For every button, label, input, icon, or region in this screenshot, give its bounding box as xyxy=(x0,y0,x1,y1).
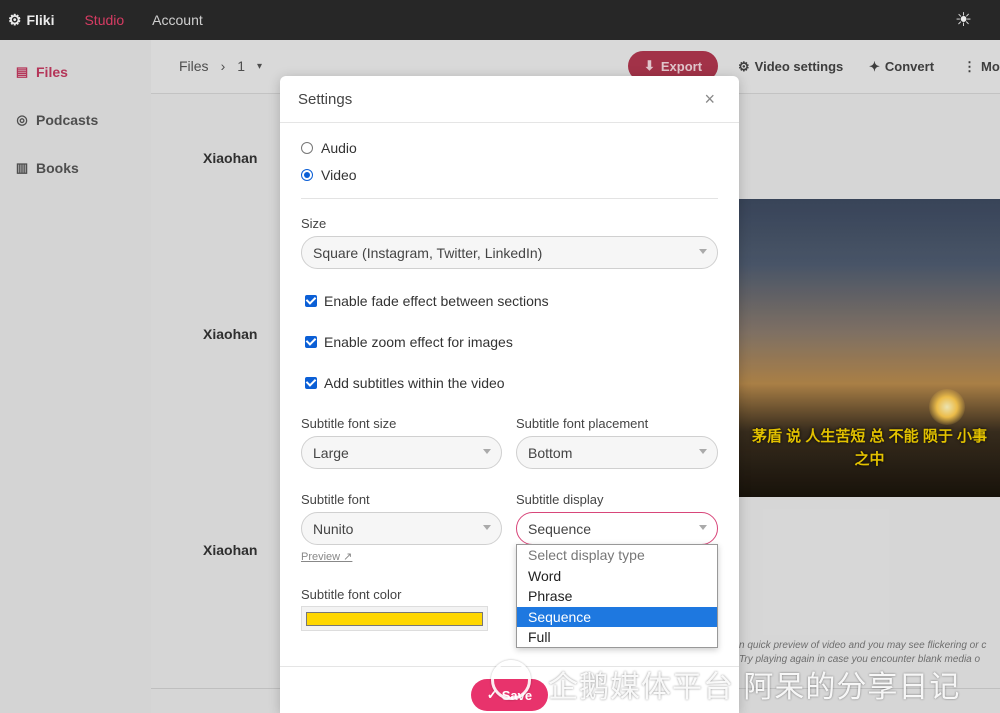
size-label: Size xyxy=(301,216,327,231)
subtitle-font-value: Nunito xyxy=(313,520,354,537)
chevron-down-icon xyxy=(483,449,491,454)
dropdown-option-sequence[interactable]: Sequence xyxy=(517,606,717,628)
radio-video[interactable]: Video xyxy=(301,167,357,183)
modal-title: Settings xyxy=(298,91,353,108)
radio-button[interactable] xyxy=(301,142,313,154)
watermark-text: 企鹅媒体平台 阿呆的分享日记 xyxy=(548,671,961,704)
watermark-logo-icon xyxy=(491,660,531,700)
subtitle-font-size-label: Subtitle font size xyxy=(301,416,397,431)
chevron-down-icon xyxy=(699,525,707,530)
size-select-value: Square (Instagram, Twitter, LinkedIn) xyxy=(313,244,543,261)
subtitle-font-color-label: Subtitle font color xyxy=(301,587,402,602)
subtitle-display-value: Sequence xyxy=(528,520,592,537)
chevron-down-icon xyxy=(699,449,707,454)
color-picker[interactable] xyxy=(301,606,488,631)
subtitle-display-select[interactable]: Sequence xyxy=(516,512,718,545)
radio-audio[interactable]: Audio xyxy=(301,140,357,156)
subtitle-font-placement-select[interactable]: Bottom xyxy=(516,436,718,469)
checkbox-add-subtitles[interactable]: Add subtitles within the video xyxy=(305,375,505,391)
subtitle-font-placement-value: Bottom xyxy=(528,444,573,461)
checkbox-label: Enable fade effect between sections xyxy=(324,293,549,309)
size-select[interactable]: Square (Instagram, Twitter, LinkedIn) xyxy=(301,236,718,269)
radio-label: Audio xyxy=(321,140,357,156)
subtitle-font-label: Subtitle font xyxy=(301,492,370,507)
checkbox-fade-effect[interactable]: Enable fade effect between sections xyxy=(305,293,549,309)
preview-link[interactable]: Preview ↗ xyxy=(301,550,352,563)
subtitle-font-size-value: Large xyxy=(313,444,349,461)
checkbox[interactable] xyxy=(305,336,317,348)
chevron-down-icon xyxy=(483,525,491,530)
checkbox-zoom-effect[interactable]: Enable zoom effect for images xyxy=(305,334,513,350)
radio-label: Video xyxy=(321,167,357,183)
chevron-down-icon xyxy=(699,249,707,254)
subtitle-font-size-select[interactable]: Large xyxy=(301,436,502,469)
checkbox[interactable] xyxy=(305,295,317,307)
dropdown-option-placeholder: Select display type xyxy=(528,547,645,563)
dropdown-option-word[interactable]: Word xyxy=(517,566,717,587)
subtitle-display-label: Subtitle display xyxy=(516,492,604,507)
subtitle-display-dropdown: Select display type Word Phrase Sequence… xyxy=(516,544,718,648)
modal-header: Settings × xyxy=(280,76,739,123)
subtitle-font-placement-label: Subtitle font placement xyxy=(516,416,649,431)
dropdown-option-full[interactable]: Full xyxy=(517,627,717,648)
checkbox-label: Enable zoom effect for images xyxy=(324,334,513,350)
divider xyxy=(301,198,718,199)
close-icon[interactable]: × xyxy=(704,89,715,110)
subtitle-font-select[interactable]: Nunito xyxy=(301,512,502,545)
checkbox[interactable] xyxy=(305,377,317,389)
color-swatch[interactable] xyxy=(306,612,483,626)
checkbox-label: Add subtitles within the video xyxy=(324,375,505,391)
dropdown-option-phrase[interactable]: Phrase xyxy=(517,586,717,607)
radio-button[interactable] xyxy=(301,169,313,181)
